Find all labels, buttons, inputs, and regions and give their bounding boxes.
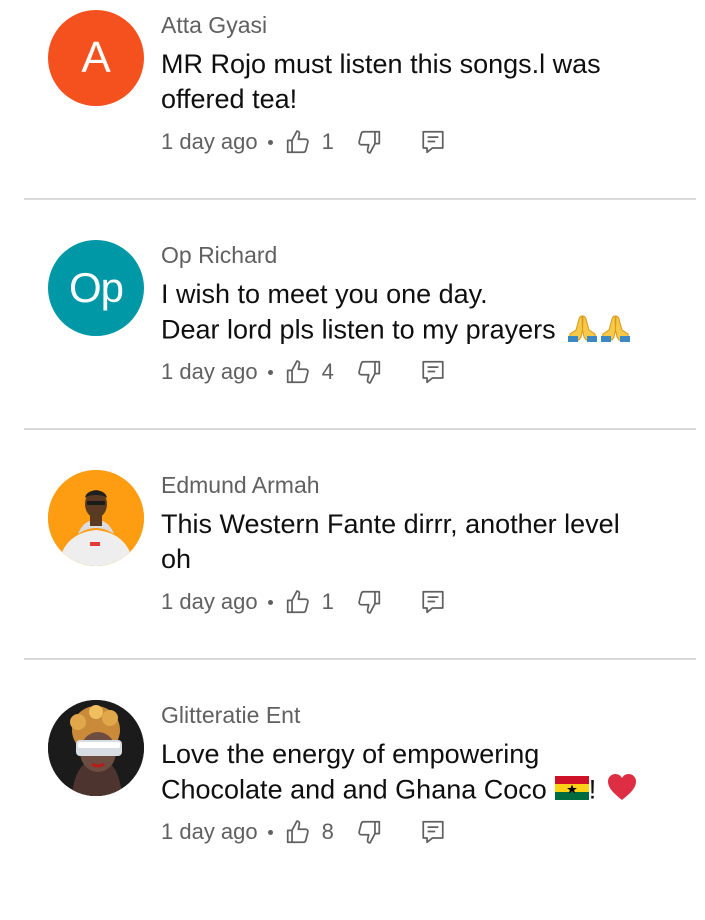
avatar-letter: A <box>81 33 111 82</box>
reply-comment-icon <box>422 130 444 154</box>
folded-hands-emoji <box>599 312 632 351</box>
thumbs-up-icon <box>286 360 309 384</box>
comment-author[interactable]: Glitteratie Ent <box>161 702 300 729</box>
comment-text-line: MR Rojo must listen this songs.l was <box>161 49 601 79</box>
thumbs-up-icon <box>286 820 309 844</box>
comment-timestamp: 1 day ago <box>161 129 258 154</box>
like-button[interactable] <box>285 589 311 615</box>
comment-actions: 1 day ago 4 <box>161 357 446 387</box>
like-count: 1 <box>321 589 334 614</box>
like-count: 4 <box>321 359 334 384</box>
separator-dot <box>267 369 273 375</box>
separator-dot <box>267 829 273 835</box>
reply-button[interactable] <box>420 359 446 385</box>
comment-actions: 1 day ago 1 <box>161 127 446 157</box>
comment-timestamp: 1 day ago <box>161 359 258 384</box>
user-photo <box>48 470 144 566</box>
thumbs-up-icon <box>286 590 309 614</box>
like-button[interactable] <box>285 129 311 155</box>
separator-dot <box>267 139 273 145</box>
red-heart-emoji <box>606 772 638 811</box>
comment-text: This Western Fante dirrr, another level … <box>161 507 661 577</box>
comment-text-line: I wish to meet you one day. <box>161 279 488 309</box>
thumbs-up-icon <box>286 130 309 154</box>
dislike-button[interactable] <box>356 359 382 385</box>
like-count: 1 <box>321 129 334 154</box>
thumbs-down-icon <box>357 360 380 384</box>
avatar[interactable]: A <box>48 10 144 106</box>
comment-timestamp: 1 day ago <box>161 589 258 614</box>
comment-actions: 1 day ago 8 <box>161 817 446 847</box>
dislike-button[interactable] <box>356 129 382 155</box>
comment-text-line-with-emoji: Chocolate and and Ghana Coco! <box>161 772 661 811</box>
dislike-button[interactable] <box>356 819 382 845</box>
comment-item: Edmund Armah This Western Fante dirrr, a… <box>0 460 705 690</box>
avatar-letter: Op <box>68 264 124 311</box>
thumbs-down-icon <box>357 130 380 154</box>
ghana-flag-emoji <box>554 774 589 809</box>
comment-item: Glitteratie Ent Love the energy of empow… <box>0 690 705 920</box>
comment-text-line-with-emoji: Dear lord pls listen to my prayers <box>161 312 661 351</box>
like-button[interactable] <box>285 359 311 385</box>
reply-button[interactable] <box>420 129 446 155</box>
reply-button[interactable] <box>420 589 446 615</box>
comment-text: MR Rojo must listen this songs.l was off… <box>161 47 661 117</box>
comment-text-line: oh <box>161 544 192 574</box>
user-photo <box>48 700 144 796</box>
reply-comment-icon <box>422 360 444 384</box>
comment-author[interactable]: Atta Gyasi <box>161 12 267 39</box>
reply-button[interactable] <box>420 819 446 845</box>
divider <box>24 428 696 430</box>
comment-text-line: Love the energy of empowering <box>161 739 540 769</box>
avatar[interactable] <box>48 700 144 796</box>
comment-timestamp: 1 day ago <box>161 819 258 844</box>
exclamation-mark: ! <box>588 774 597 805</box>
reply-comment-icon <box>422 590 444 614</box>
avatar[interactable] <box>48 470 144 566</box>
like-button[interactable] <box>285 819 311 845</box>
comment-text-line: offered tea! <box>161 84 298 114</box>
divider <box>24 198 696 200</box>
reply-comment-icon <box>422 820 444 844</box>
comment-actions: 1 day ago 1 <box>161 587 446 617</box>
dislike-button[interactable] <box>356 589 382 615</box>
comment-item: Op Op Richard I wish to meet you one day… <box>0 230 705 460</box>
comment-author[interactable]: Edmund Armah <box>161 472 320 499</box>
avatar[interactable]: Op <box>48 240 144 336</box>
separator-dot <box>267 599 273 605</box>
comment-author[interactable]: Op Richard <box>161 242 277 269</box>
comment-text: I wish to meet you one day. Dear lord pl… <box>161 277 661 351</box>
folded-hands-emoji <box>566 312 599 351</box>
thumbs-down-icon <box>357 820 380 844</box>
divider <box>24 658 696 660</box>
comment-text-line: This Western Fante dirrr, another level <box>161 509 620 539</box>
comment-text: Love the energy of empowering Chocolate … <box>161 737 661 811</box>
comment-text-line: Chocolate and and Ghana Coco <box>161 774 547 805</box>
thumbs-down-icon <box>357 590 380 614</box>
like-count: 8 <box>321 819 334 844</box>
comment-item: A Atta Gyasi MR Rojo must listen this so… <box>0 0 705 230</box>
comment-text-line: Dear lord pls listen to my prayers <box>161 314 556 345</box>
